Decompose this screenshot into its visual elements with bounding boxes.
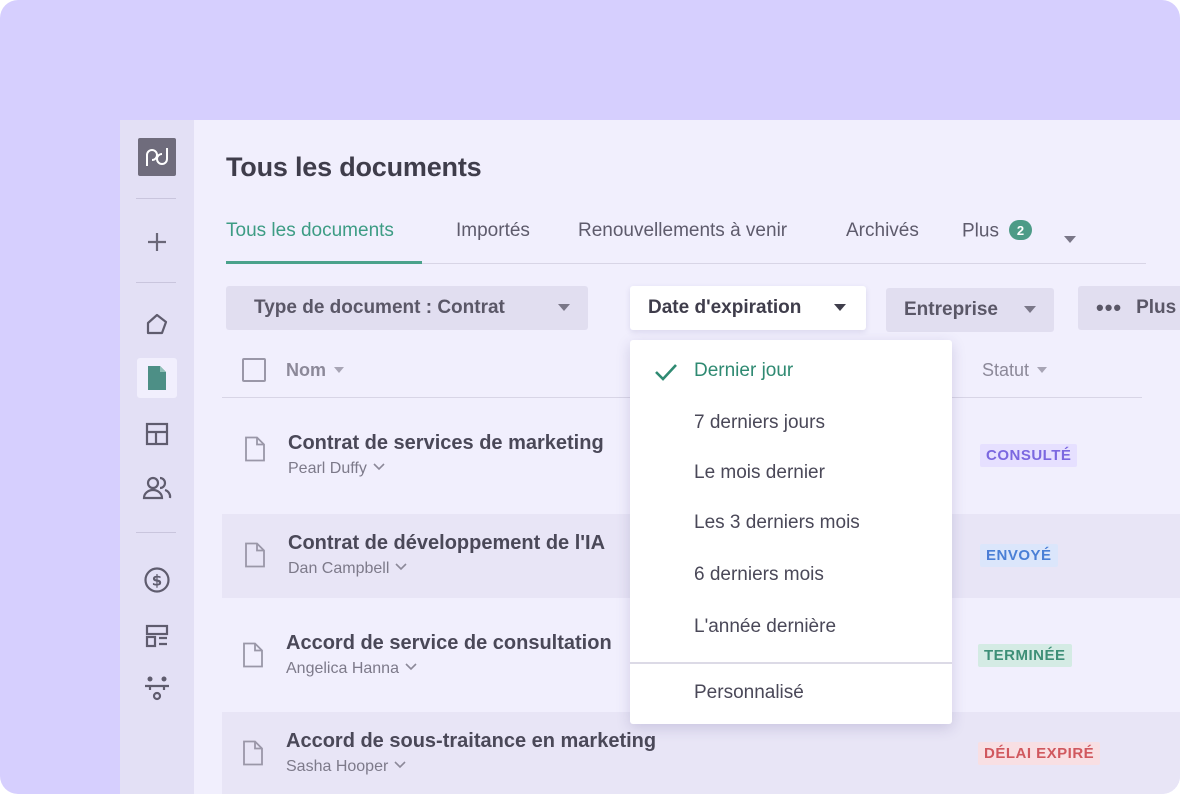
dropdown-option-last-month[interactable]: Le mois dernier xyxy=(694,462,825,484)
sidebar-divider xyxy=(136,282,176,283)
document-title[interactable]: Contrat de développement de l'IA xyxy=(288,532,605,555)
document-title[interactable]: Accord de service de consultation xyxy=(286,632,612,655)
document-file-icon xyxy=(245,436,265,462)
dropdown-option-last-6-months[interactable]: 6 derniers mois xyxy=(694,564,824,586)
document-title[interactable]: Contrat de services de marketing xyxy=(288,432,604,455)
chevron-down-icon xyxy=(395,563,407,571)
tab-upcoming-renewals[interactable]: Renouvellements à venir xyxy=(578,220,787,242)
sidebar: $ xyxy=(120,120,194,794)
document-owner[interactable]: Angelica Hanna xyxy=(286,660,417,678)
home-icon[interactable] xyxy=(137,304,177,344)
document-owner[interactable]: Pearl Duffy xyxy=(288,460,385,478)
tab-archived[interactable]: Archivés xyxy=(846,220,919,242)
status-badge: DÉLAI EXPIRÉ xyxy=(978,742,1101,765)
logo-mark xyxy=(146,148,168,166)
column-header-status[interactable]: Statut xyxy=(982,360,1048,381)
tab-bar: Tous les documents Importés Renouvelleme… xyxy=(226,216,1146,264)
catalog-icon[interactable] xyxy=(137,616,177,656)
sidebar-divider xyxy=(136,532,176,533)
checkmark-icon xyxy=(655,364,677,381)
sort-caret-icon xyxy=(334,367,344,373)
document-owner-name: Angelica Hanna xyxy=(286,660,399,677)
select-all-checkbox[interactable] xyxy=(242,358,266,382)
background-frame: $ Tous les documents Tous les documents … xyxy=(0,0,1180,794)
status-badge: CONSULTÉ xyxy=(980,444,1078,467)
workspace-icon[interactable] xyxy=(137,668,177,708)
filter-document-type-label: Type de document : Contrat xyxy=(254,297,505,318)
tab-more-label: Plus xyxy=(962,220,999,242)
template-icon[interactable] xyxy=(137,414,177,454)
tab-more-badge: 2 xyxy=(1008,220,1032,240)
dropdown-option-custom[interactable]: Personnalisé xyxy=(694,682,804,704)
chevron-down-icon xyxy=(834,304,846,311)
tab-all-documents[interactable]: Tous les documents xyxy=(226,220,394,242)
dropdown-option-last-3-months[interactable]: Les 3 derniers mois xyxy=(694,512,860,534)
plus-icon[interactable] xyxy=(137,222,177,262)
page-title: Tous les documents xyxy=(226,152,482,182)
filter-more-label: Plus xyxy=(1136,297,1177,318)
document-owner[interactable]: Dan Campbell xyxy=(288,560,407,578)
table-row[interactable]: Accord de sous-traitance en marketing Sa… xyxy=(222,712,1180,794)
chevron-down-icon xyxy=(558,304,570,311)
document-title[interactable]: Accord de sous-traitance en marketing xyxy=(286,730,656,753)
sidebar-divider xyxy=(136,198,176,199)
tab-more[interactable]: Plus 2 xyxy=(962,220,1032,243)
filter-company-label: Entreprise xyxy=(904,299,998,320)
chevron-down-icon xyxy=(405,663,417,671)
app-window: $ Tous les documents Tous les documents … xyxy=(120,120,1180,794)
document-file-icon xyxy=(245,542,265,568)
filter-company[interactable]: Entreprise xyxy=(886,288,1054,332)
column-header-status-label: Statut xyxy=(982,360,1030,380)
filter-document-type[interactable]: Type de document : Contrat xyxy=(226,286,588,330)
chevron-down-icon xyxy=(394,761,406,769)
tabs-overflow-chevron-icon[interactable] xyxy=(1064,230,1076,248)
column-header-name-label: Nom xyxy=(286,360,326,380)
tab-imported[interactable]: Importés xyxy=(456,220,530,242)
svg-text:$: $ xyxy=(152,572,162,590)
chevron-down-icon xyxy=(373,463,385,471)
expiration-date-dropdown: Dernier jour 7 derniers jours Le mois de… xyxy=(630,340,952,724)
status-badge: ENVOYÉ xyxy=(980,544,1058,567)
chevron-down-icon xyxy=(1024,306,1036,313)
document-file-icon xyxy=(243,740,263,766)
filter-expiration-date[interactable]: Date d'expiration xyxy=(630,286,866,330)
document-owner-name: Sasha Hooper xyxy=(286,758,389,775)
sort-caret-icon xyxy=(1037,367,1048,373)
document-owner-name: Dan Campbell xyxy=(288,560,390,577)
document-file-icon xyxy=(243,642,263,668)
dropdown-option-last-day[interactable]: Dernier jour xyxy=(694,360,793,382)
contacts-icon[interactable] xyxy=(137,468,177,508)
dollar-icon[interactable]: $ xyxy=(137,560,177,600)
dropdown-option-last-7-days[interactable]: 7 derniers jours xyxy=(694,412,825,434)
document-owner[interactable]: Sasha Hooper xyxy=(286,758,406,776)
filter-expiration-date-label: Date d'expiration xyxy=(648,297,802,318)
more-dots-icon: ••• xyxy=(1096,295,1123,320)
document-owner-name: Pearl Duffy xyxy=(288,460,367,477)
dropdown-divider xyxy=(630,662,952,664)
main-content: Tous les documents Tous les documents Im… xyxy=(194,120,1180,794)
column-header-name[interactable]: Nom xyxy=(286,360,344,381)
logo[interactable] xyxy=(138,138,176,176)
document-icon[interactable] xyxy=(137,358,177,398)
filter-more[interactable]: ••• Plus xyxy=(1078,286,1180,330)
dropdown-option-last-year[interactable]: L'année dernière xyxy=(694,616,836,638)
status-badge: TERMINÉE xyxy=(978,644,1072,667)
active-tab-indicator xyxy=(226,261,422,264)
